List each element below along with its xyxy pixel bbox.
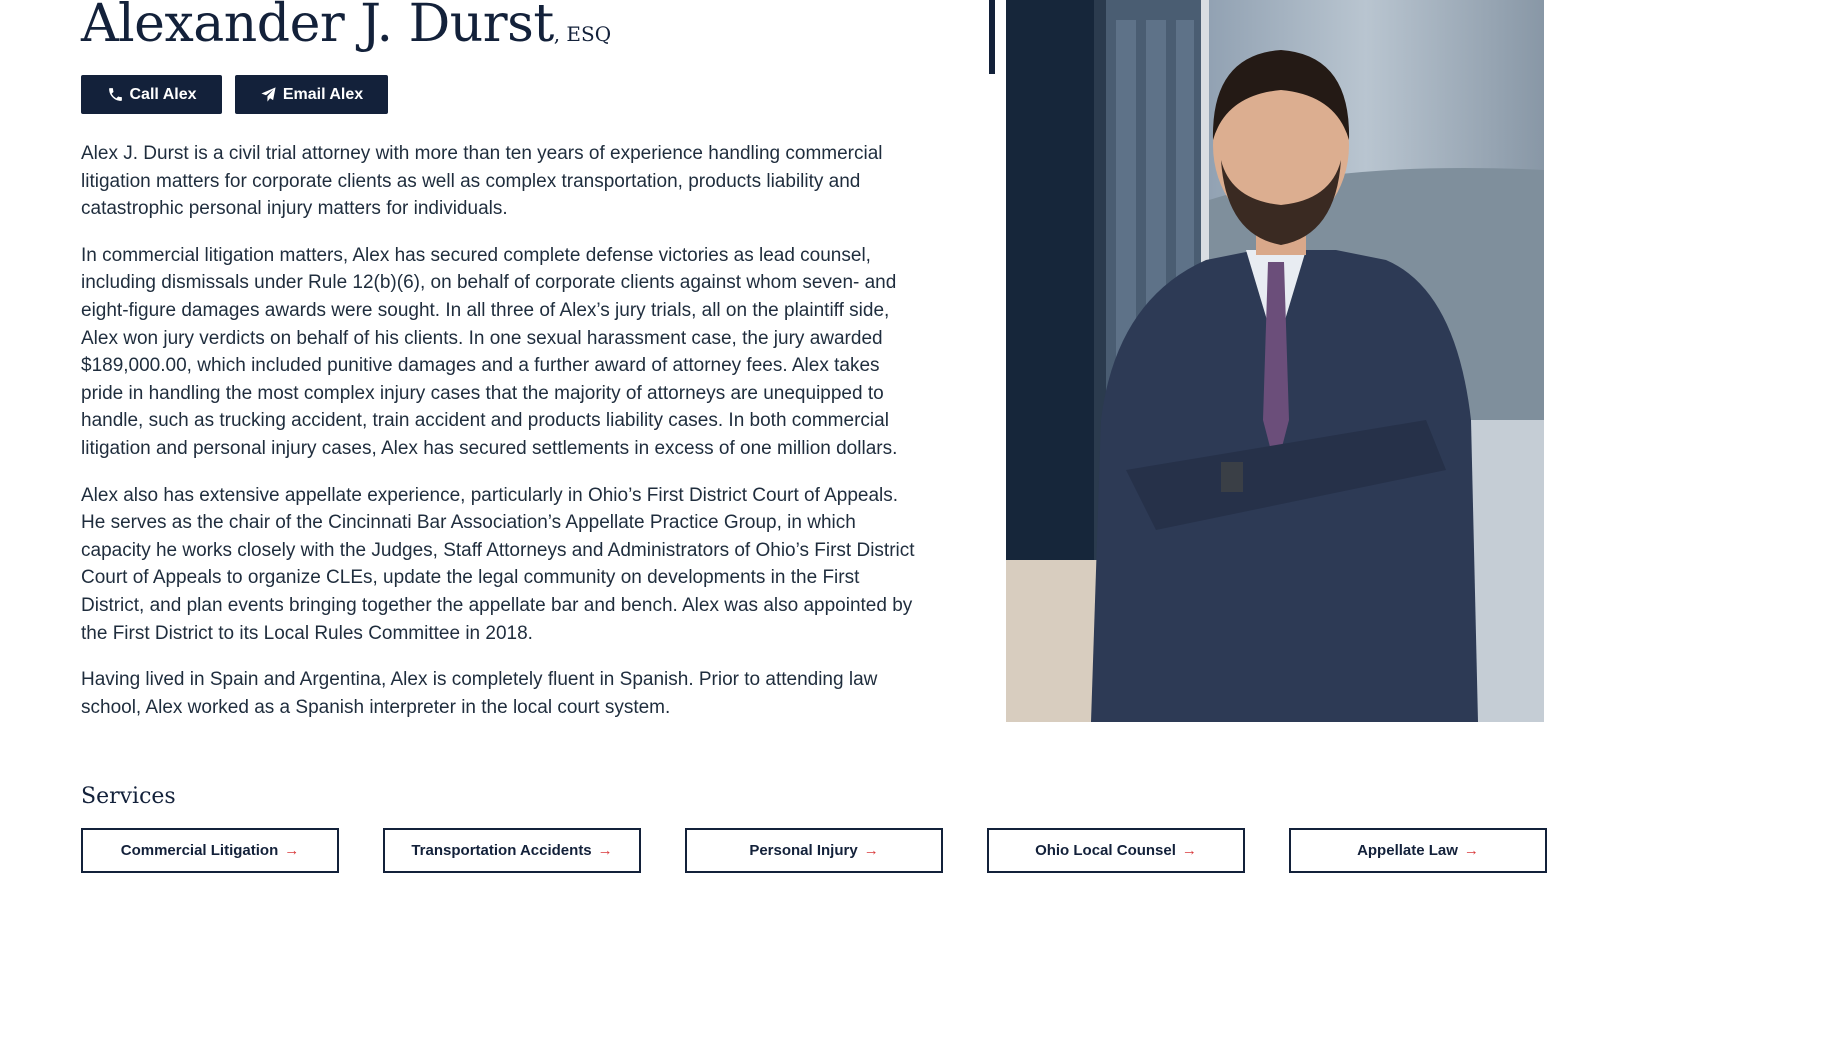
attorney-portrait <box>1006 0 1544 722</box>
attorney-name: Alexander J. Durst <box>81 0 554 54</box>
bio-paragraph: Alex also has extensive appellate experi… <box>81 484 915 644</box>
arrow-right-icon: → <box>863 842 879 859</box>
service-label: Personal Injury <box>749 842 858 859</box>
service-ohio-local-counsel[interactable]: Ohio Local Counsel → <box>987 828 1245 873</box>
biography: Alex J. Durst is a civil trial attorney … <box>81 140 921 740</box>
contact-actions: Call Alex Email Alex <box>81 75 388 114</box>
service-label: Ohio Local Counsel <box>1035 842 1176 859</box>
bio-paragraph: In commercial litigation matters, Alex h… <box>81 244 898 459</box>
attorney-suffix: , ESQ <box>553 22 612 46</box>
call-button[interactable]: Call Alex <box>81 75 222 114</box>
bio-paragraph: Alex J. Durst is a civil trial attorney … <box>81 143 883 220</box>
service-label: Commercial Litigation <box>120 842 279 859</box>
service-label: Transportation Accidents <box>411 842 592 859</box>
email-button[interactable]: Email Alex <box>235 75 388 114</box>
call-button-label: Call Alex <box>129 85 197 103</box>
service-commercial-litigation[interactable]: Commercial Litigation → <box>81 828 339 873</box>
arrow-right-icon: → <box>1463 842 1479 859</box>
phone-icon <box>107 86 124 103</box>
services-heading: Services <box>81 784 176 809</box>
service-appellate-law[interactable]: Appellate Law → <box>1289 828 1547 873</box>
arrow-right-icon: → <box>597 842 613 859</box>
scroll-indicator[interactable] <box>989 0 995 74</box>
bio-paragraph: Having lived in Spain and Argentina, Ale… <box>81 669 878 718</box>
service-transportation-accidents[interactable]: Transportation Accidents → <box>383 828 641 873</box>
attorney-name-heading: Alexander J. Durst, ESQ <box>81 0 611 54</box>
email-button-label: Email Alex <box>282 85 364 103</box>
paper-plane-icon <box>260 86 277 103</box>
service-label: Appellate Law <box>1357 842 1458 859</box>
arrow-right-icon: → <box>1181 842 1197 859</box>
arrow-right-icon: → <box>284 842 300 859</box>
service-personal-injury[interactable]: Personal Injury → <box>685 828 943 873</box>
services-list: Commercial Litigation → Transportation A… <box>81 828 1547 873</box>
